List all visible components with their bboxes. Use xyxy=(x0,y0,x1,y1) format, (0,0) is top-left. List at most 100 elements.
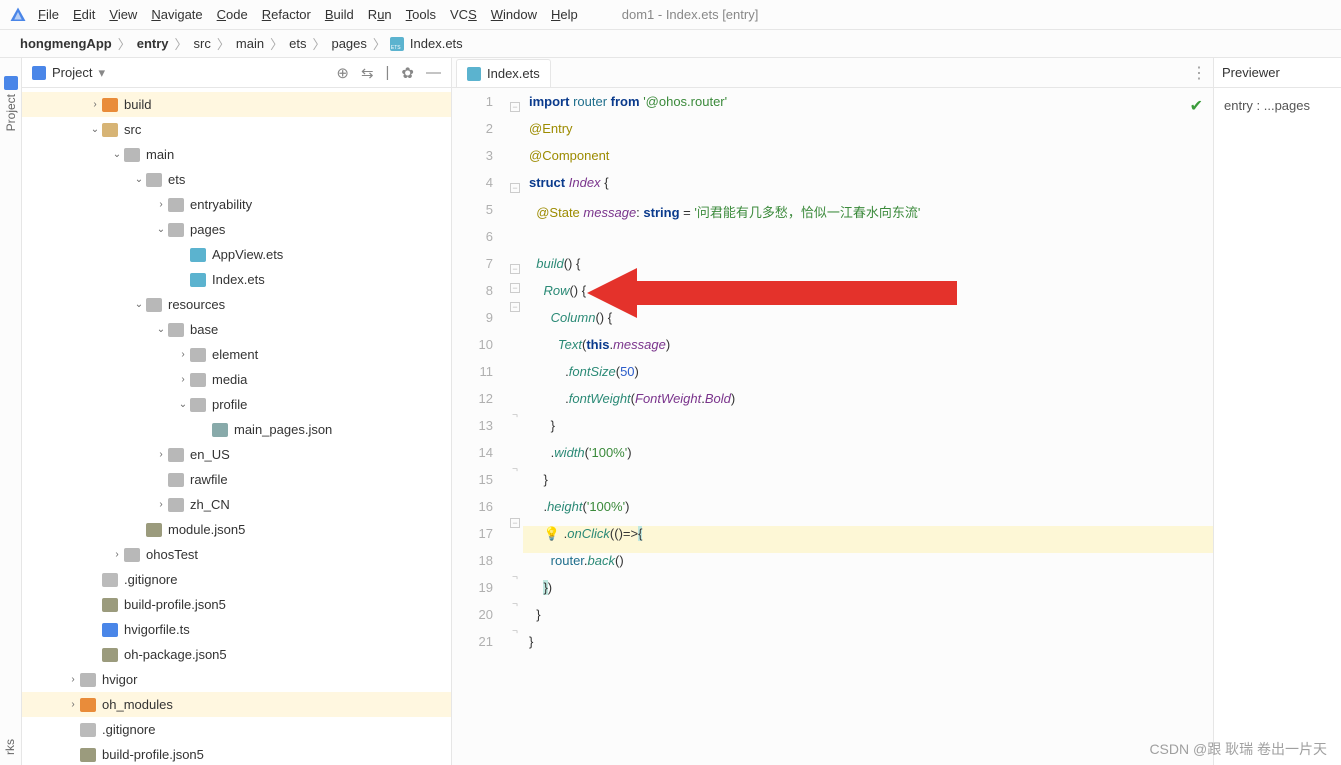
editor-tab-index[interactable]: Index.ets xyxy=(456,59,551,87)
chevron-down-icon[interactable]: ⌄ xyxy=(154,324,168,335)
code-line[interactable] xyxy=(523,229,1213,256)
menu-tools[interactable]: Tools xyxy=(406,7,436,22)
crumb-file[interactable]: Index.ets xyxy=(408,36,465,51)
menu-vcs[interactable]: VCS xyxy=(450,7,477,22)
chevron-down-icon[interactable]: ⌄ xyxy=(88,124,102,135)
tree-row[interactable]: ⌄resources xyxy=(22,292,451,317)
crumb-src[interactable]: src xyxy=(192,36,213,51)
chevron-down-icon[interactable]: ⌄ xyxy=(132,174,146,185)
bookmarks-tool-label[interactable]: rks xyxy=(3,739,17,755)
tree-row[interactable]: build-profile.json5 xyxy=(22,742,451,765)
tree-row[interactable]: ›media xyxy=(22,367,451,392)
menu-edit[interactable]: Edit xyxy=(73,7,95,22)
code-line[interactable]: @Entry xyxy=(523,121,1213,148)
tree-row[interactable]: ⌄base xyxy=(22,317,451,342)
tree-row[interactable]: oh-package.json5 xyxy=(22,642,451,667)
code-line[interactable]: Row() { xyxy=(523,283,1213,310)
code-line[interactable]: @State message: string = '问君能有几多愁，恰似一江春水… xyxy=(523,202,1213,229)
code-line[interactable]: } xyxy=(523,472,1213,499)
project-tree[interactable]: ›build⌄src⌄main⌄ets›entryability⌄pagesAp… xyxy=(22,88,451,765)
tree-row[interactable]: ›element xyxy=(22,342,451,367)
crumb-pages[interactable]: pages xyxy=(329,36,368,51)
tree-row[interactable]: ⌄main xyxy=(22,142,451,167)
tree-row[interactable]: ⌄src xyxy=(22,117,451,142)
menu-file[interactable]: File xyxy=(38,7,59,22)
tree-row[interactable]: ⌄ets xyxy=(22,167,451,192)
previewer-header[interactable]: Previewer xyxy=(1214,58,1341,88)
menu-help[interactable]: Help xyxy=(551,7,578,22)
hide-icon[interactable]: — xyxy=(426,64,441,81)
menu-run[interactable]: Run xyxy=(368,7,392,22)
code-line[interactable]: } xyxy=(523,634,1213,661)
chevron-right-icon[interactable]: › xyxy=(154,199,168,210)
code-line[interactable]: }) xyxy=(523,580,1213,607)
code-line[interactable]: } xyxy=(523,418,1213,445)
locate-icon[interactable]: ⊕ xyxy=(336,64,349,82)
chevron-right-icon[interactable]: › xyxy=(154,449,168,460)
chevron-right-icon[interactable]: › xyxy=(66,674,80,685)
chevron-down-icon[interactable]: ⌄ xyxy=(110,149,124,160)
crumb-root[interactable]: hongmengApp xyxy=(18,36,114,51)
code-line[interactable]: import router from '@ohos.router' xyxy=(523,94,1213,121)
menu-window[interactable]: Window xyxy=(491,7,537,22)
code-line[interactable]: 💡.onClick(()=>{ xyxy=(523,526,1213,553)
tree-row[interactable]: ›hvigor xyxy=(22,667,451,692)
tree-row[interactable]: ›en_US xyxy=(22,442,451,467)
chevron-down-icon[interactable]: ⌄ xyxy=(176,399,190,410)
fold-strip[interactable]: −−−−−⌐⌐−⌐⌐⌐ xyxy=(507,88,523,765)
tree-row[interactable]: ›zh_CN xyxy=(22,492,451,517)
tree-row[interactable]: .gitignore xyxy=(22,717,451,742)
crumb-ets[interactable]: ets xyxy=(287,36,308,51)
tree-row[interactable]: ›ohosTest xyxy=(22,542,451,567)
chevron-right-icon[interactable]: › xyxy=(154,499,168,510)
project-view-label[interactable]: Project xyxy=(52,65,92,80)
chevron-right-icon[interactable]: › xyxy=(176,349,190,360)
chevron-down-icon[interactable]: ▾ xyxy=(98,65,105,81)
menu-refactor[interactable]: Refactor xyxy=(262,7,311,22)
tree-row[interactable]: ›build xyxy=(22,92,451,117)
tree-row[interactable]: hvigorfile.ts xyxy=(22,617,451,642)
chevron-down-icon[interactable]: ⌄ xyxy=(154,224,168,235)
tree-row[interactable]: ›oh_modules xyxy=(22,692,451,717)
code-line[interactable]: Text(this.message) xyxy=(523,337,1213,364)
gear-icon[interactable]: ✿ xyxy=(401,64,414,82)
chevron-right-icon[interactable]: › xyxy=(110,549,124,560)
code-line[interactable]: .height('100%') xyxy=(523,499,1213,526)
crumb-main[interactable]: main xyxy=(234,36,266,51)
crumb-entry[interactable]: entry xyxy=(135,36,171,51)
tree-row[interactable]: main_pages.json xyxy=(22,417,451,442)
divider-icon: | xyxy=(386,64,390,81)
project-tool-label[interactable]: Project xyxy=(4,94,18,131)
menu-code[interactable]: Code xyxy=(217,7,248,22)
code-line[interactable]: .fontSize(50) xyxy=(523,364,1213,391)
project-tool-icon[interactable] xyxy=(4,76,18,90)
tree-row[interactable]: AppView.ets xyxy=(22,242,451,267)
tree-row[interactable]: build-profile.json5 xyxy=(22,592,451,617)
expand-icon[interactable]: ⇆ xyxy=(361,64,374,82)
code-line[interactable]: @Component xyxy=(523,148,1213,175)
chevron-down-icon[interactable]: ⌄ xyxy=(132,299,146,310)
code-line[interactable]: struct Index { xyxy=(523,175,1213,202)
menu-build[interactable]: Build xyxy=(325,7,354,22)
code-line[interactable]: router.back() xyxy=(523,553,1213,580)
code-line[interactable]: } xyxy=(523,607,1213,634)
code-line[interactable]: .width('100%') xyxy=(523,445,1213,472)
tree-row[interactable]: module.json5 xyxy=(22,517,451,542)
code-line[interactable]: .fontWeight(FontWeight.Bold) xyxy=(523,391,1213,418)
menu-navigate[interactable]: Navigate xyxy=(151,7,202,22)
kebab-icon[interactable]: ⋮ xyxy=(1191,63,1207,83)
chevron-right-icon[interactable]: › xyxy=(66,699,80,710)
tree-row[interactable]: ›entryability xyxy=(22,192,451,217)
code-line[interactable]: Column() { xyxy=(523,310,1213,337)
tree-row[interactable]: .gitignore xyxy=(22,567,451,592)
tree-row[interactable]: ⌄profile xyxy=(22,392,451,417)
tree-row[interactable]: Index.ets xyxy=(22,267,451,292)
code-line[interactable]: build() { xyxy=(523,256,1213,283)
chevron-right-icon[interactable]: › xyxy=(88,99,102,110)
editor-body[interactable]: ✔ 123456789101112131415161718192021 −−−−… xyxy=(452,88,1213,765)
chevron-right-icon[interactable]: › xyxy=(176,374,190,385)
code-area[interactable]: import router from '@ohos.router'@Entry@… xyxy=(523,88,1213,765)
tree-row[interactable]: rawfile xyxy=(22,467,451,492)
tree-row[interactable]: ⌄pages xyxy=(22,217,451,242)
menu-view[interactable]: View xyxy=(109,7,137,22)
